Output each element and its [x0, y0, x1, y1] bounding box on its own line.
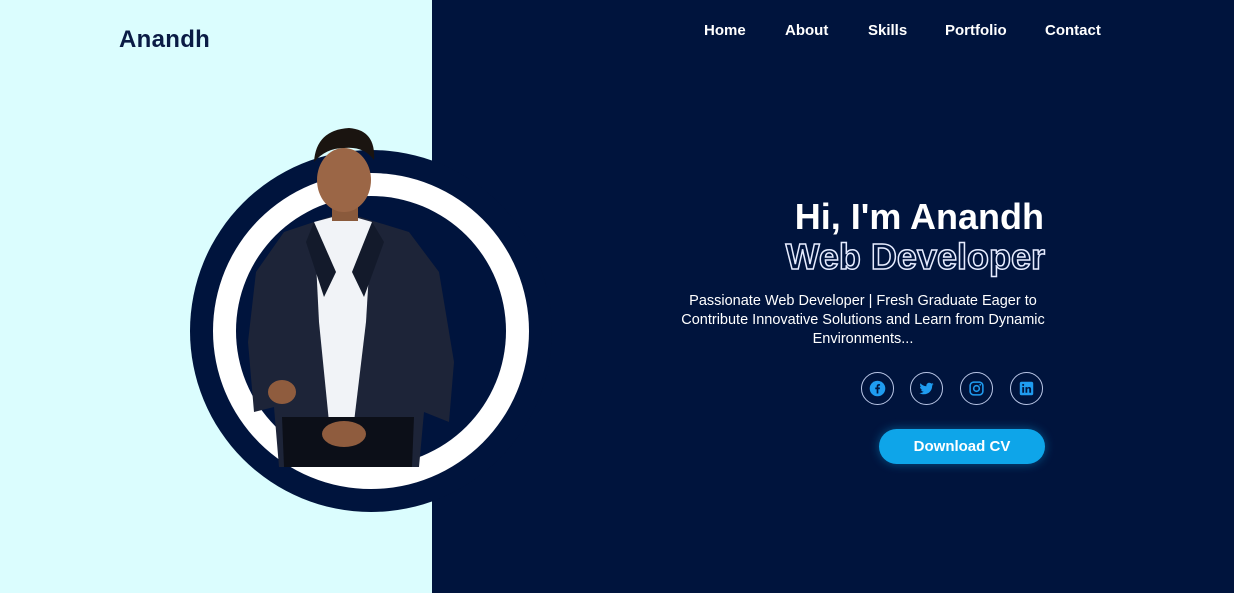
hero-description: Passionate Web Developer | Fresh Graduat… [681, 293, 1045, 347]
facebook-icon [869, 380, 886, 397]
nav-skills[interactable]: Skills [868, 20, 907, 41]
nav-portfolio[interactable]: Portfolio [945, 20, 1007, 41]
instagram-link[interactable] [960, 372, 993, 405]
facebook-link[interactable] [861, 372, 894, 405]
profile-photo [248, 128, 454, 467]
nav-about[interactable]: About [785, 20, 828, 41]
site-logo[interactable]: Anandh [119, 26, 210, 54]
nav-home[interactable]: Home [704, 20, 746, 41]
linkedin-link[interactable] [1010, 372, 1043, 405]
twitter-link[interactable] [910, 372, 943, 405]
nav-contact[interactable]: Contact [1045, 20, 1101, 41]
instagram-icon [969, 381, 984, 396]
twitter-icon [919, 382, 934, 395]
linkedin-icon [1019, 381, 1034, 396]
hero-greeting: Hi, I'm Anandh [794, 196, 1044, 237]
hero-role: Web Developer [785, 235, 1046, 278]
download-cv-button[interactable]: Download CV [879, 429, 1045, 464]
